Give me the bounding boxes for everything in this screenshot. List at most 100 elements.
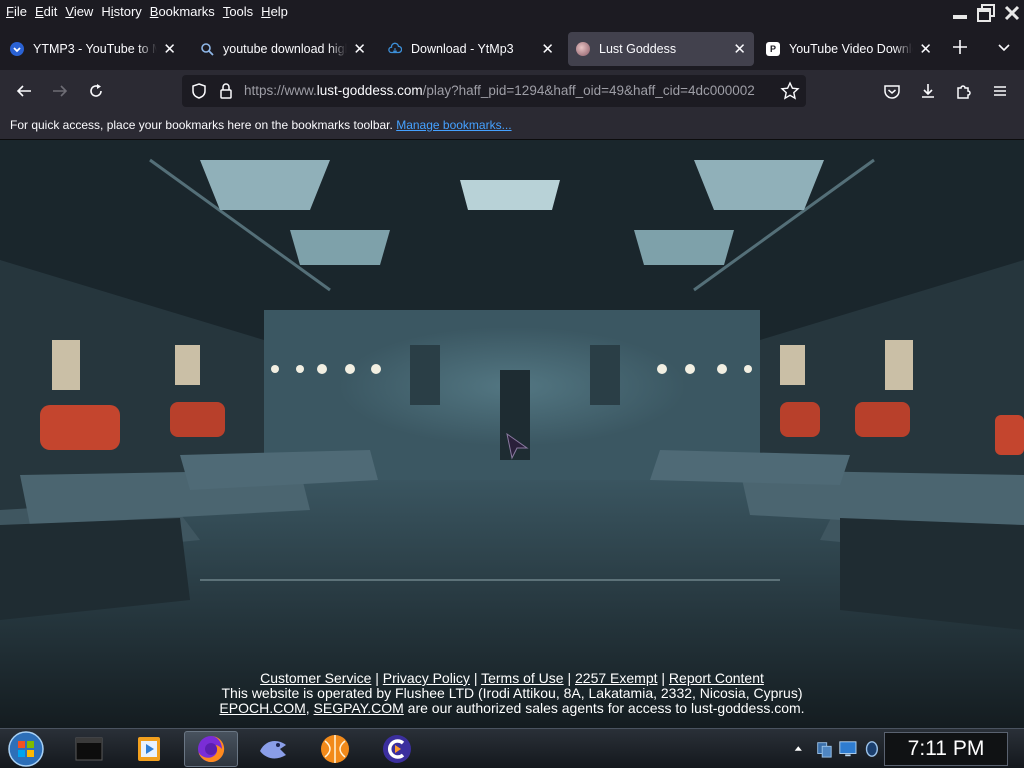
tab-youtube-search[interactable]: youtube download high quality ✕: [192, 32, 374, 66]
bookmarks-toolbar: For quick access, place your bookmarks h…: [0, 112, 1024, 140]
taskbar-c-app[interactable]: [370, 731, 424, 767]
tracking-protection-shield-icon[interactable]: [190, 82, 208, 105]
manage-bookmarks-link[interactable]: Manage bookmarks...: [396, 118, 511, 132]
pocket-icon: [884, 85, 900, 99]
menu-edit[interactable]: Edit: [31, 4, 61, 19]
taskbar: 7:11 PM: [0, 728, 1024, 768]
terms-of-use-link[interactable]: Terms of Use: [481, 670, 563, 686]
menu-access-key: i: [110, 3, 114, 19]
downloads-button[interactable]: [917, 80, 939, 102]
back-arrow-icon: [16, 85, 31, 97]
mouse-cursor-icon: [506, 432, 529, 460]
segpay-link[interactable]: SEGPAY.COM: [314, 700, 404, 716]
epoch-link[interactable]: EPOCH.COM: [219, 700, 305, 716]
menu-access-key: E: [34, 3, 44, 19]
customer-service-link[interactable]: Customer Service: [260, 670, 371, 686]
tab-title: YTMP3 - YouTube to MP3: [33, 42, 158, 56]
start-orb-icon: [8, 731, 44, 767]
menu-file[interactable]: File: [2, 4, 31, 19]
tab-bar: YTMP3 - YouTube to MP3 ✕ youtube downloa…: [0, 28, 1024, 70]
taskbar-terminal[interactable]: [62, 731, 116, 767]
start-button[interactable]: [2, 731, 50, 767]
sales-agents-text: are our authorized sales agents for acce…: [403, 700, 805, 716]
url-prefix: https://www.: [244, 83, 317, 98]
menu-help[interactable]: Help: [257, 4, 292, 19]
app-menu-button[interactable]: [989, 80, 1011, 102]
list-all-tabs-button[interactable]: [996, 40, 1012, 61]
menu-access-key: B: [149, 3, 159, 19]
tab-youtube-downloader[interactable]: P YouTube Video Downloader ✕: [758, 32, 940, 66]
bookmarks-hint-text: For quick access, place your bookmarks h…: [10, 118, 393, 132]
terminal-icon: [75, 737, 103, 761]
lust-goddess-avatar-icon: [576, 42, 590, 56]
tab-title: Lust Goddess: [599, 42, 677, 56]
menu-bookmarks[interactable]: Bookmarks: [146, 4, 219, 19]
tray-expand-icon[interactable]: [792, 742, 805, 756]
puzzle-piece-icon: [957, 85, 971, 99]
forward-button[interactable]: [49, 80, 71, 102]
restore-button[interactable]: [974, 0, 998, 26]
extensions-button[interactable]: [953, 80, 975, 102]
reload-button[interactable]: [85, 80, 107, 102]
menu-view[interactable]: View: [61, 4, 97, 19]
network-icon[interactable]: [815, 738, 835, 760]
system-tray: [790, 731, 882, 767]
menu-access-key: V: [65, 3, 74, 19]
tab-title: YouTube Video Downloader: [789, 42, 913, 56]
orange-sphere-app-icon: [321, 735, 349, 763]
taskbar-orange-app[interactable]: [308, 731, 362, 767]
menu-tools[interactable]: Tools: [219, 4, 257, 19]
hamburger-menu-icon: [994, 86, 1006, 96]
close-tab-icon[interactable]: ✕: [353, 40, 366, 58]
tab-title: Download - YtMp3: [411, 42, 514, 56]
operator-notice: This website is operated by Flushee LTD …: [221, 685, 803, 701]
close-tab-icon[interactable]: ✕: [163, 40, 176, 58]
close-window-button[interactable]: [1000, 0, 1024, 26]
menu-access-key: T: [222, 3, 230, 19]
firefox-icon: [198, 735, 225, 762]
taskbar-clock[interactable]: 7:11 PM: [884, 732, 1008, 766]
close-tab-icon[interactable]: ✕: [919, 40, 932, 58]
back-button[interactable]: [13, 80, 35, 102]
reload-icon: [90, 84, 102, 97]
tab-ytmp3[interactable]: YTMP3 - YouTube to MP3 ✕: [2, 32, 184, 66]
menu-access-key: H: [261, 3, 271, 19]
volume-icon[interactable]: [862, 738, 882, 760]
display-icon[interactable]: [838, 738, 858, 760]
minimize-button[interactable]: [948, 0, 972, 26]
tab-title: youtube download high quality: [223, 42, 347, 56]
tab-download-ytmp3[interactable]: Download - YtMp3 ✕: [380, 32, 562, 66]
c-logo-app-icon: [383, 735, 411, 763]
site-footer: Customer Service | Privacy Policy | Term…: [0, 671, 1024, 716]
new-tab-button[interactable]: [952, 38, 968, 61]
privacy-policy-link[interactable]: Privacy Policy: [383, 670, 470, 686]
footer-links: Customer Service | Privacy Policy | Term…: [0, 671, 1024, 686]
navigation-toolbar: https://www.lust-goddess.com/play?haff_p…: [0, 70, 1024, 112]
sales-agents-notice: EPOCH.COM, SEGPAY.COM are our authorized…: [0, 701, 1024, 716]
taskbar-bird-app[interactable]: [246, 731, 300, 767]
page-content[interactable]: Customer Service | Privacy Policy | Term…: [0, 140, 1024, 728]
window-controls: [946, 0, 1024, 28]
bookmark-star-icon[interactable]: [780, 81, 800, 106]
url-text[interactable]: https://www.lust-goddess.com/play?haff_p…: [244, 83, 774, 98]
2257-exempt-link[interactable]: 2257 Exempt: [575, 670, 658, 686]
menu-history[interactable]: History: [97, 4, 145, 19]
agents-separator: ,: [305, 700, 310, 716]
search-icon: [200, 42, 214, 56]
pocket-button[interactable]: [881, 80, 903, 102]
close-tab-icon[interactable]: ✕: [733, 40, 746, 58]
close-tab-icon[interactable]: ✕: [541, 40, 554, 58]
url-bar[interactable]: https://www.lust-goddess.com/play?haff_p…: [182, 75, 806, 107]
download-arrow-icon: [922, 84, 934, 98]
ytmp3-shield-icon: [10, 42, 24, 56]
tab-lust-goddess[interactable]: Lust Goddess ✕: [568, 32, 754, 66]
forward-arrow-icon: [53, 85, 68, 97]
bird-app-icon: [260, 741, 286, 759]
report-content-link[interactable]: Report Content: [669, 670, 764, 686]
taskbar-firefox[interactable]: [184, 731, 238, 767]
footer-separator: |: [473, 670, 478, 686]
p-logo-icon: P: [766, 42, 780, 56]
url-path: /play?haff_pid=1294&haff_oid=49&haff_cid…: [422, 83, 755, 98]
lock-icon[interactable]: [218, 82, 234, 105]
taskbar-media-player[interactable]: [122, 731, 176, 767]
